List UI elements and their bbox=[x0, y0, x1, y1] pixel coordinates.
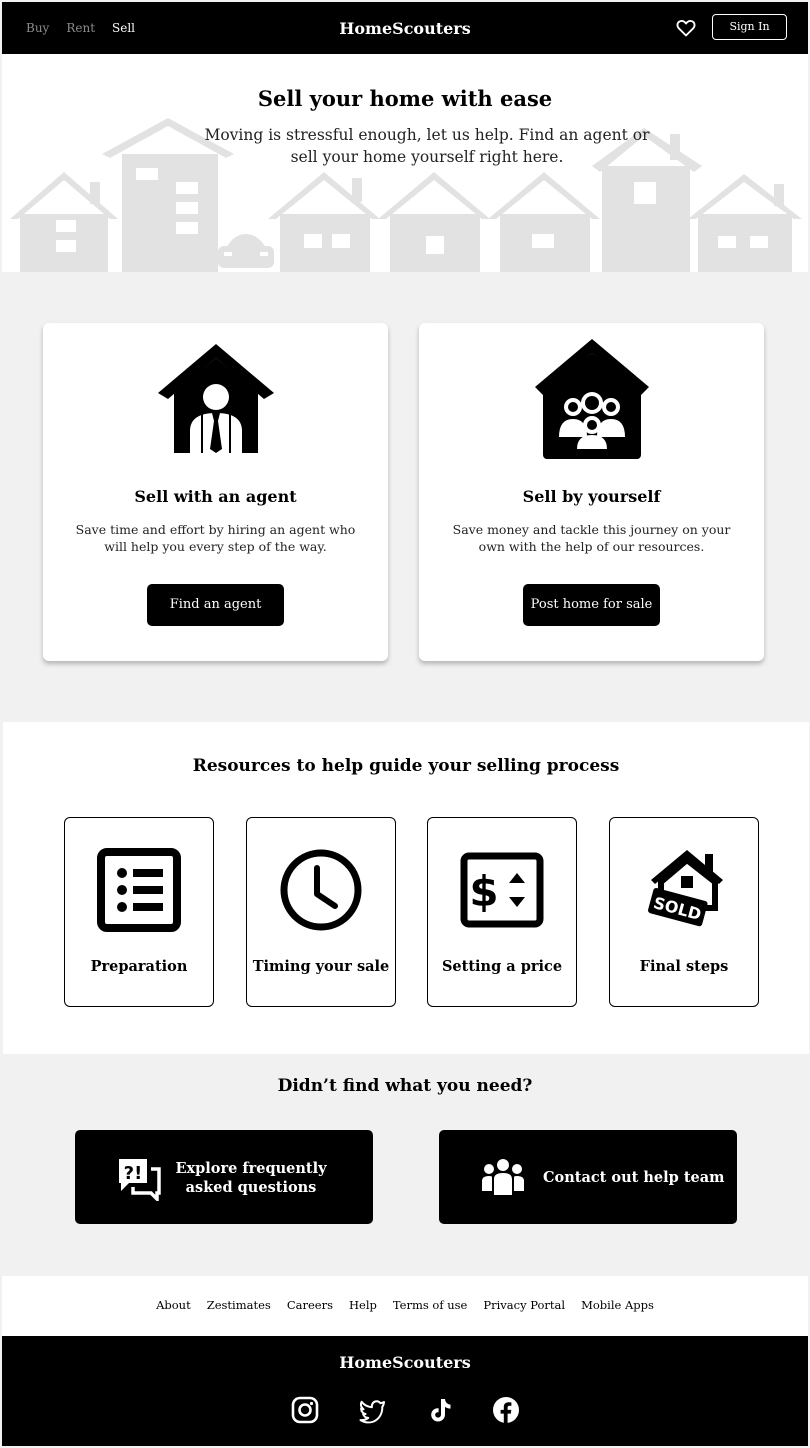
footer-link-help[interactable]: Help bbox=[349, 1298, 377, 1312]
sell-by-yourself-title: Sell by yourself bbox=[522, 487, 661, 506]
faq-label-line1: Explore frequently bbox=[175, 1160, 327, 1177]
family-house-icon bbox=[534, 339, 649, 459]
hero-title: Sell your home with ease bbox=[257, 86, 553, 111]
faq-button[interactable]: ?! Explore frequently asked questions bbox=[75, 1130, 373, 1224]
instagram-icon[interactable] bbox=[291, 1396, 319, 1424]
sell-with-agent-description: Save time and effort by hiring an agent … bbox=[75, 522, 356, 554]
facebook-icon[interactable] bbox=[492, 1396, 520, 1424]
help-title: Didn’t find what you need? bbox=[277, 1076, 533, 1096]
sell-by-yourself-card: Sell by yourself Save money and tackle t… bbox=[419, 323, 764, 661]
footer-link-privacy[interactable]: Privacy Portal bbox=[483, 1298, 565, 1312]
tiktok-icon[interactable] bbox=[426, 1396, 454, 1424]
footer-link-terms[interactable]: Terms of use bbox=[393, 1298, 468, 1312]
contact-label: Contact out help team bbox=[543, 1169, 725, 1186]
price-tag-icon: $ bbox=[460, 852, 544, 928]
resources-title: Resources to help guide your selling pro… bbox=[192, 756, 620, 776]
twitter-icon[interactable] bbox=[358, 1396, 386, 1424]
faq-chat-icon: ?! bbox=[119, 1159, 161, 1201]
resource-card-price[interactable]: $ Setting a price bbox=[427, 817, 577, 1007]
top-navbar: Buy Rent Sell HomeScouters Sign In bbox=[2, 2, 808, 54]
sell-with-agent-card: Sell with an agent Save time and effort … bbox=[43, 323, 388, 661]
resource-label-timing: Timing your sale bbox=[252, 958, 390, 975]
hero-subtitle: Moving is stressful enough, let us help.… bbox=[204, 126, 650, 166]
resource-label-price: Setting a price bbox=[441, 958, 563, 975]
resource-card-final-steps[interactable]: SOLD Final steps bbox=[609, 817, 759, 1007]
svg-text:$: $ bbox=[469, 867, 498, 916]
faq-label-line2: asked questions bbox=[185, 1179, 317, 1196]
hero-banner: Sell your home with ease Moving is stres… bbox=[2, 54, 808, 272]
team-icon bbox=[482, 1159, 524, 1195]
sell-with-agent-title: Sell with an agent bbox=[134, 487, 297, 506]
clock-icon bbox=[280, 849, 362, 931]
sell-by-yourself-description: Save money and tackle this journey on yo… bbox=[452, 522, 731, 554]
resource-label-final-steps: Final steps bbox=[639, 958, 729, 975]
sold-sign-icon: SOLD bbox=[648, 850, 723, 927]
footer-link-about[interactable]: About bbox=[156, 1298, 191, 1312]
resource-card-preparation[interactable]: Preparation bbox=[64, 817, 214, 1007]
footer-link-careers[interactable]: Careers bbox=[287, 1298, 333, 1312]
footer-link-zestimates[interactable]: Zestimates bbox=[207, 1298, 271, 1312]
resource-card-timing[interactable]: Timing your sale bbox=[246, 817, 396, 1007]
resources-section: Resources to help guide your selling pro… bbox=[3, 722, 809, 1054]
post-home-for-sale-button[interactable]: Post home for sale bbox=[523, 584, 660, 626]
heart-icon[interactable] bbox=[676, 18, 696, 38]
resource-label-preparation: Preparation bbox=[90, 958, 188, 975]
contact-help-team-button[interactable]: Contact out help team bbox=[439, 1130, 737, 1224]
footer-link-mobile-apps[interactable]: Mobile Apps bbox=[581, 1298, 654, 1312]
agent-house-icon bbox=[157, 344, 274, 453]
svg-text:?!: ?! bbox=[124, 1163, 143, 1184]
find-agent-button[interactable]: Find an agent bbox=[147, 584, 284, 626]
footer-links: About Zestimates Careers Help Terms of u… bbox=[2, 1276, 808, 1336]
sign-in-button[interactable]: Sign In bbox=[712, 14, 787, 40]
footer: HomeScouters bbox=[2, 1336, 808, 1446]
footer-brand: HomeScouters bbox=[339, 1353, 471, 1372]
checklist-icon bbox=[97, 848, 181, 932]
